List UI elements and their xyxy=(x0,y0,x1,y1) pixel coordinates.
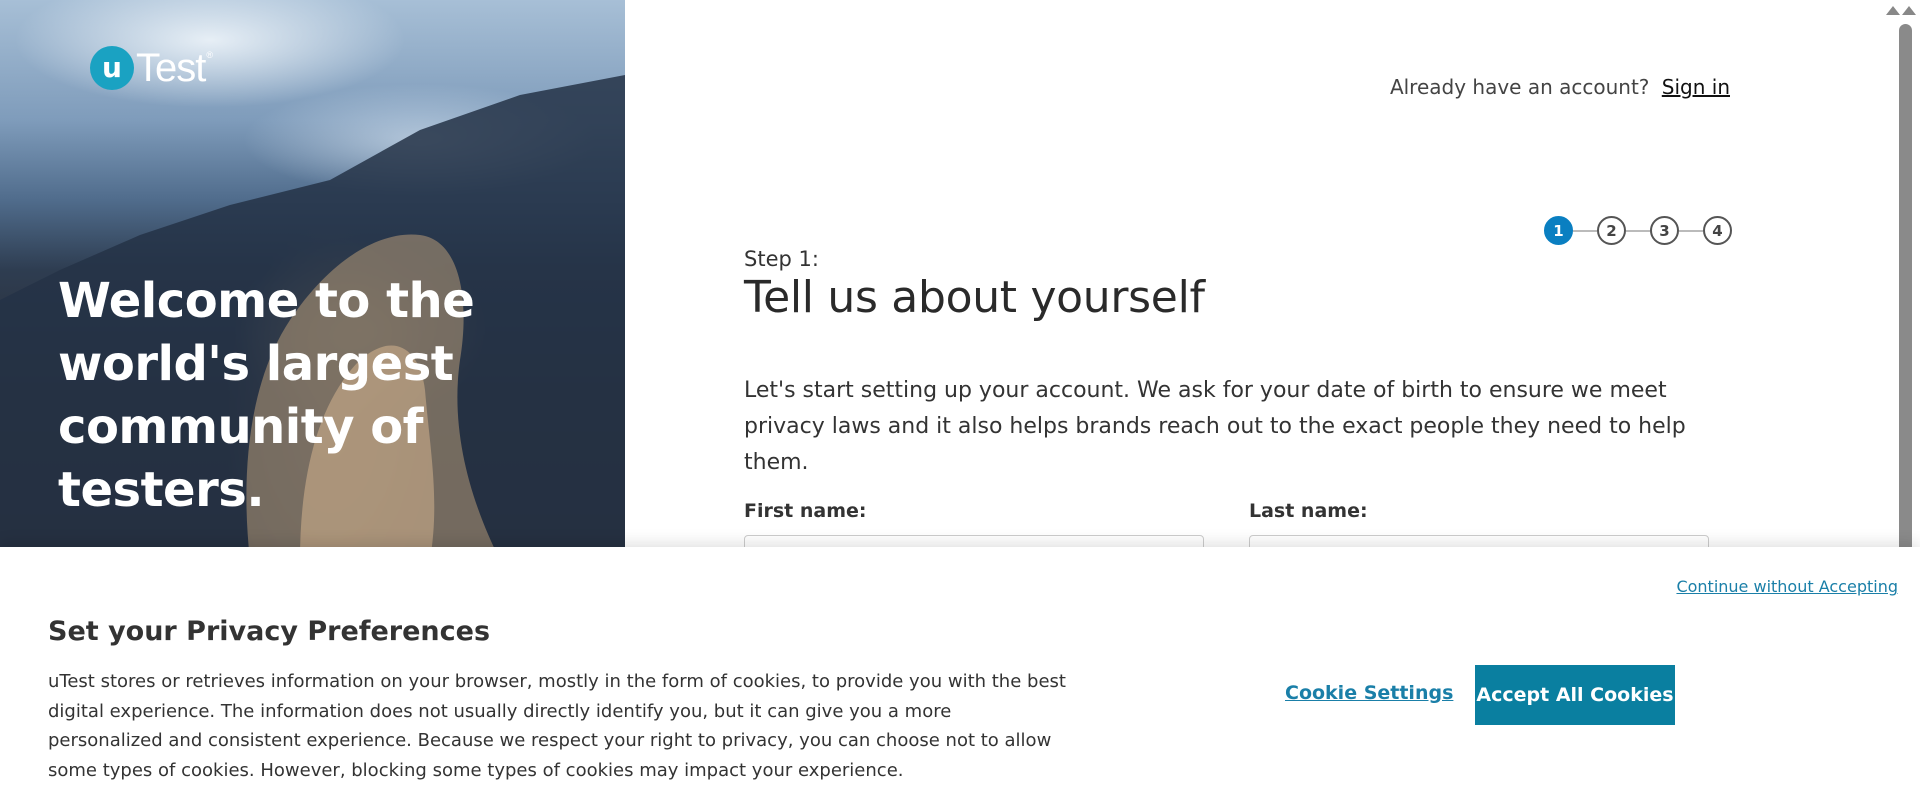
step-1-indicator: 1 xyxy=(1544,216,1573,245)
cookie-settings-button[interactable]: Cookie Settings xyxy=(1285,682,1453,704)
continue-without-accepting-link[interactable]: Continue without Accepting xyxy=(1676,577,1898,596)
scroll-up-arrow-icon[interactable] xyxy=(1902,6,1916,15)
step-connector xyxy=(1573,229,1597,232)
intro-text: Let's start setting up your account. We … xyxy=(744,378,1686,475)
cookie-banner: Continue without Accepting Set your Priv… xyxy=(0,547,1920,800)
logo-mark: u xyxy=(90,46,134,90)
step-4-indicator: 4 xyxy=(1703,216,1732,245)
sign-in-prompt: Already have an account? Sign in xyxy=(1390,75,1730,99)
last-name-label: Last name: xyxy=(1249,500,1368,522)
accept-all-cookies-button[interactable]: Accept All Cookies xyxy=(1475,665,1675,725)
cookie-banner-text: uTest stores or retrieves information on… xyxy=(48,671,1066,781)
cookie-banner-title: Set your Privacy Preferences xyxy=(48,616,491,647)
account-prompt-text: Already have an account? xyxy=(1389,75,1650,99)
step-progress: 1 2 3 4 xyxy=(1544,216,1732,245)
step-connector xyxy=(1626,229,1650,232)
page-title: Tell us about yourself xyxy=(744,272,1205,323)
sign-in-link[interactable]: Sign in xyxy=(1662,75,1730,99)
step-label: Step 1: xyxy=(744,247,819,271)
scroll-thumb[interactable] xyxy=(1899,24,1912,584)
step-connector xyxy=(1679,229,1703,232)
step-2-indicator: 2 xyxy=(1597,216,1626,245)
hero-heading: Welcome to the world's largest community… xyxy=(58,273,475,518)
logo-text: Test xyxy=(136,46,206,90)
first-name-label: First name: xyxy=(744,500,867,522)
step-3-indicator: 3 xyxy=(1650,216,1679,245)
logo-trademark: ® xyxy=(206,50,213,60)
scroll-up-arrow-icon[interactable] xyxy=(1886,6,1900,15)
utest-logo[interactable]: u Test ® xyxy=(90,44,213,92)
